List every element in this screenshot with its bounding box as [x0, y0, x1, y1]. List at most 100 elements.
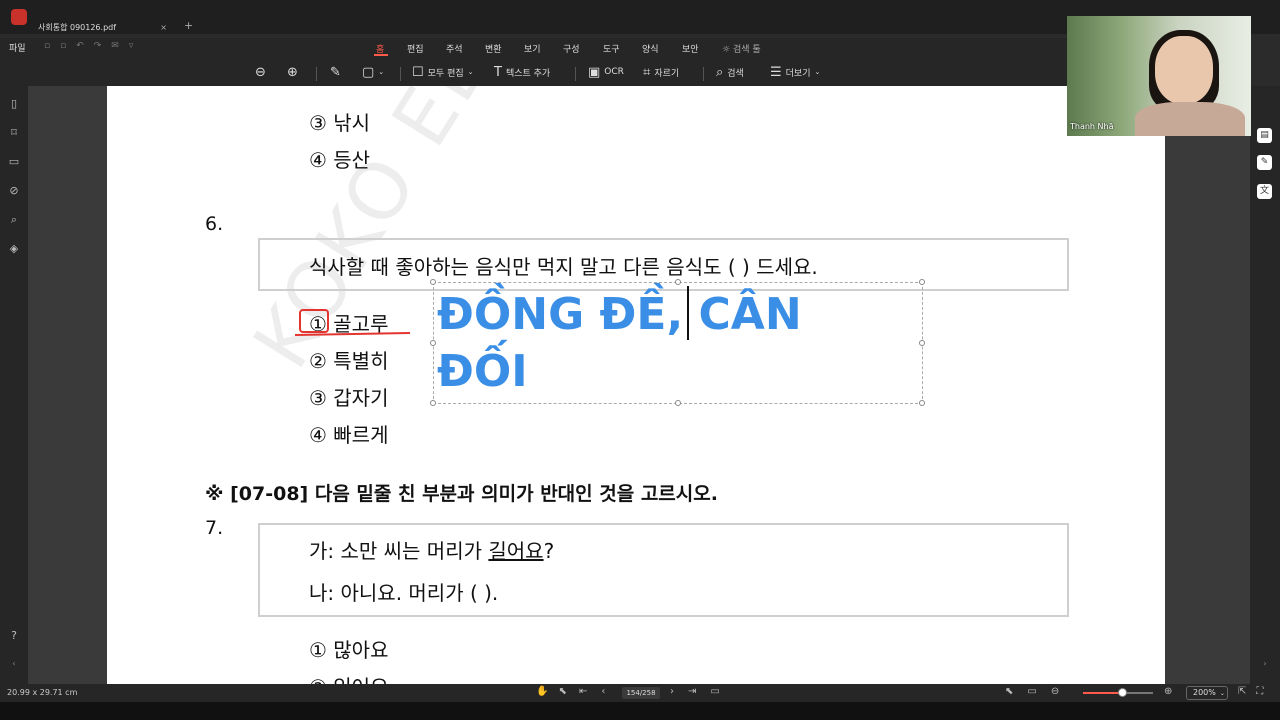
menu-bar: 파일 ▫▫↶↷✉▿ 홈 편집 주석 변환 보기 구성 도구 양식 보안 ☼ 검색…	[0, 38, 1080, 58]
menu-edit[interactable]: 편집	[407, 42, 424, 55]
help-icon[interactable]: ?	[8, 630, 20, 642]
zoom-in-button[interactable]: ⊕	[287, 63, 298, 81]
underlined-word: 길어요	[488, 539, 544, 563]
q6-number: 6.	[205, 213, 224, 235]
zoom-out-icon: ⊖	[255, 64, 266, 80]
tools-icon[interactable]: ▤	[1257, 128, 1272, 143]
lightbulb-icon: ☼	[722, 45, 733, 55]
chevron-down-icon: ⌄	[378, 68, 385, 76]
menu-security[interactable]: 보안	[682, 42, 699, 55]
zoom-slider-knob[interactable]	[1117, 688, 1127, 697]
comment-icon[interactable]: ▭	[8, 156, 20, 168]
search-icon: ⌕	[716, 64, 724, 80]
ocr-icon: ▣	[588, 64, 601, 80]
red-circle-annotation[interactable]	[299, 309, 329, 333]
close-tab-icon[interactable]: ×	[160, 23, 167, 32]
chevron-down-icon: ⌄	[467, 68, 474, 76]
participant-name: Thanh Nhã	[1070, 122, 1114, 131]
menu-tools[interactable]: 도구	[603, 42, 620, 55]
crop-icon: ⌗	[643, 64, 651, 80]
divider	[400, 67, 401, 81]
attachment-icon[interactable]: ⊘	[8, 185, 20, 197]
collapse-right-icon[interactable]: ›	[1259, 658, 1271, 670]
section-instruction: ※ [07-08] 다음 밑줄 친 부분과 의미가 반대인 것을 고르시오.	[205, 483, 718, 505]
menu-comment[interactable]: 주석	[446, 42, 463, 55]
fullscreen-icon[interactable]: ⇱⛶	[1238, 686, 1273, 697]
add-text-button[interactable]: T 텍스트 추가	[494, 63, 550, 81]
document-tab-title: 사회통합 090126.pdf	[38, 22, 117, 32]
menu-forms[interactable]: 양식	[642, 42, 659, 55]
right-sidebar: ▤ ✎ 文 ›	[1250, 86, 1280, 684]
q7-option-1: ① 많아요	[309, 638, 389, 662]
annotation-line-2: ĐỐI	[437, 346, 528, 397]
chevron-down-icon: ⌄	[1219, 690, 1225, 697]
menu-view[interactable]: 보기	[524, 42, 541, 55]
page-number-field[interactable]: 154/258	[622, 687, 660, 699]
zoom-level-select[interactable]: 200% ⌄	[1186, 686, 1228, 700]
resize-handle[interactable]	[919, 400, 925, 406]
left-sidebar: ▯ ⌑ ▭ ⊘ ⌕ ◈ ? ‹	[0, 86, 28, 684]
more-button[interactable]: ☰ 더보기 ⌄	[770, 63, 820, 81]
q7-option-2: ② 있어요	[309, 671, 389, 684]
file-menu[interactable]: 파일	[9, 41, 26, 54]
q6-option-3: ③ 갑자기	[309, 386, 389, 410]
nav-tools-left[interactable]: ✋⬉	[536, 686, 577, 697]
resize-handle[interactable]	[919, 279, 925, 285]
resize-handle[interactable]	[430, 340, 436, 346]
text-cursor	[687, 286, 689, 340]
highlight-button[interactable]: ✎	[330, 63, 341, 81]
status-bar: 20.99 x 29.71 cm ✋⬉ ⇤‹ 154/258 ›⇥▭ ⬉▭⊖ ⊕…	[0, 684, 1280, 702]
ocr-button[interactable]: ▣ OCR	[588, 63, 624, 81]
document-viewer[interactable]: KOKO EDUCATION ③ 낚시 ④ 등산 6. 식사할 때 좋아하는 음…	[28, 86, 1250, 684]
resize-handle[interactable]	[430, 400, 436, 406]
quick-access-icons[interactable]: ▫▫↶↷✉▿	[44, 41, 143, 51]
divider	[316, 67, 317, 81]
document-tab[interactable]: 사회통합 090126.pdf ×	[32, 17, 172, 37]
q7-line-2: 나: 아니요. 머리가 ( ).	[309, 581, 499, 605]
active-menu-indicator	[374, 54, 388, 56]
zoom-out-button[interactable]: ⊖	[255, 63, 266, 81]
q6-option-4: ④ 빠르게	[309, 423, 389, 447]
divider	[575, 67, 576, 81]
search-icon[interactable]: ⌕	[8, 214, 20, 226]
page-nav-next[interactable]: ›⇥▭	[670, 686, 734, 697]
page-size-label: 20.99 x 29.71 cm	[7, 688, 78, 697]
tool-bar: ⊖ ⊕ ✎ ▢ ⌄ ☐ 모두 편집 ⌄ T 텍스트 추가 ▣ OCR ⌗ 자르기 ⌕ 검색 ☰…	[0, 58, 1080, 86]
page-thumbnail-icon[interactable]: ▯	[8, 98, 20, 110]
annotation-line-1: ĐỒNG ĐỀ, CÂN	[437, 289, 802, 340]
resize-handle[interactable]	[675, 279, 681, 285]
menu-convert[interactable]: 변환	[485, 42, 502, 55]
q7-line-1: 가: 소만 씨는 머리가 길어요?	[309, 539, 555, 563]
webcam-overlay: Thanh Nhã	[1067, 16, 1251, 136]
resize-handle[interactable]	[675, 400, 681, 406]
collapse-left-icon[interactable]: ‹	[8, 658, 20, 670]
q7-number: 7.	[205, 517, 224, 539]
edit-panel-icon[interactable]: ✎	[1257, 155, 1272, 170]
zoom-in-icon[interactable]: ⊕	[1164, 686, 1172, 697]
menu-organize[interactable]: 구성	[563, 42, 580, 55]
shape-button[interactable]: ▢ ⌄	[362, 63, 384, 81]
search-button[interactable]: ⌕ 검색	[716, 63, 744, 81]
view-mode-buttons[interactable]: ⬉▭⊖	[1005, 686, 1073, 697]
resize-handle[interactable]	[430, 279, 436, 285]
crop-button[interactable]: ⌗ 자르기	[643, 63, 679, 81]
q5-option-4: ④ 등산	[309, 148, 371, 172]
q5-option-3: ③ 낚시	[309, 111, 371, 135]
pen-icon: ✎	[330, 64, 341, 80]
q6-option-2: ② 특별히	[309, 349, 389, 373]
text-icon: T	[494, 64, 502, 80]
bookmark-icon[interactable]: ⌑	[8, 127, 20, 139]
layers-icon[interactable]: ◈	[8, 243, 20, 255]
resize-handle[interactable]	[919, 340, 925, 346]
pdf-page[interactable]: KOKO EDUCATION ③ 낚시 ④ 등산 6. 식사할 때 좋아하는 음…	[107, 86, 1165, 684]
edit-all-button[interactable]: ☐ 모두 편집 ⌄	[412, 63, 474, 81]
zoom-slider[interactable]	[1083, 688, 1153, 697]
translate-icon[interactable]: 文	[1257, 184, 1272, 199]
added-text-annotation[interactable]: ĐỒNG ĐỀ, CÂN ĐỐI	[437, 286, 917, 400]
app-logo	[11, 9, 27, 25]
search-tools[interactable]: ☼ 검색 툴	[722, 42, 761, 55]
screen-bottom-edge	[0, 702, 1280, 720]
page-nav-prev[interactable]: ⇤‹	[579, 686, 619, 697]
q6-sentence: 식사할 때 좋아하는 음식만 먹지 말고 다른 음식도 ( ) 드세요.	[309, 255, 818, 279]
new-tab-icon[interactable]: +	[184, 19, 193, 32]
